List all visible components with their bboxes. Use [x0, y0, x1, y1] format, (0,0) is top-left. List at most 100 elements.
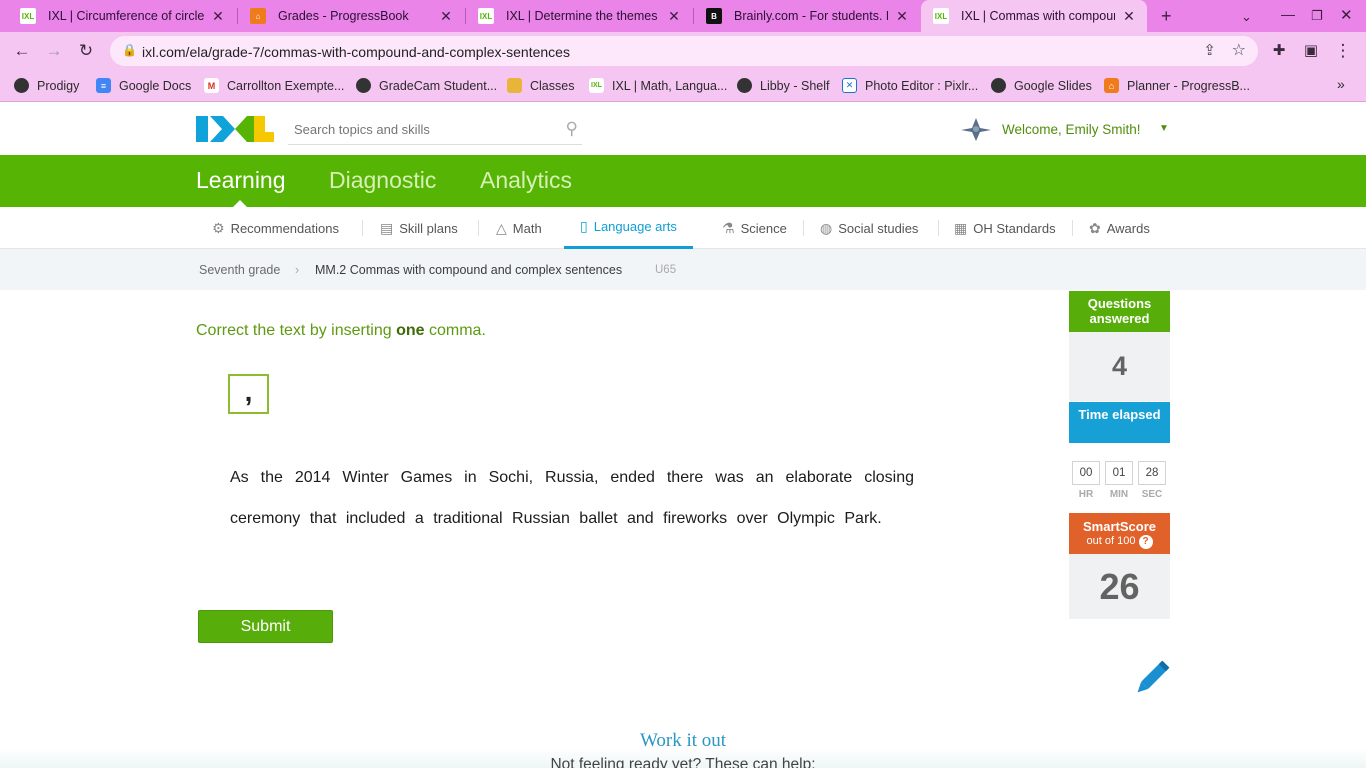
subject-science[interactable]: ⚗ Science	[722, 207, 787, 249]
subject-language-arts[interactable]: ▯ Language arts	[564, 207, 693, 249]
close-tab-icon[interactable]: ✕	[210, 8, 226, 25]
standards-icon: ▦	[954, 219, 968, 236]
flask-icon: ⚗	[722, 219, 735, 236]
nav-diagnostic[interactable]: Diagnostic	[329, 167, 436, 194]
subject-label: Science	[740, 220, 787, 236]
math-pyramid-icon: △	[496, 219, 507, 236]
browser-tab-strip: IXL IXL | Circumference of circles | ✕ ⌂…	[0, 0, 1366, 32]
breadcrumb-skill: MM.2 Commas with compound and complex se…	[315, 263, 623, 277]
browser-tab[interactable]: B Brainly.com - For students. By ✕	[694, 0, 920, 32]
close-tab-icon[interactable]: ✕	[666, 8, 682, 25]
nav-analytics[interactable]: Analytics	[480, 167, 572, 194]
help-icon[interactable]: ?	[1138, 535, 1153, 549]
extensions-icon[interactable]: ✚	[1269, 41, 1289, 61]
back-icon[interactable]: ←	[12, 41, 32, 61]
bookmark-planner[interactable]: ⌂ Planner - ProgressB...	[1104, 78, 1250, 93]
share-icon[interactable]: ⇪	[1203, 41, 1216, 59]
ixl-favicon-icon: IXL	[933, 8, 949, 24]
menu-icon[interactable]: ⋮	[1333, 41, 1353, 61]
divider	[803, 220, 804, 236]
bookmark-classes[interactable]: Classes	[507, 78, 574, 93]
question-prompt: Correct the text by inserting one comma.	[196, 322, 486, 340]
subject-skill-plans[interactable]: ▤ Skill plans	[380, 207, 458, 249]
docs-icon: ≡	[96, 78, 111, 93]
nav-learning[interactable]: Learning	[196, 167, 286, 194]
avatar[interactable]	[960, 116, 992, 142]
comma-tile[interactable]: ,	[228, 374, 269, 414]
subject-oh-standards[interactable]: ▦ OH Standards	[954, 207, 1056, 249]
bookmark-libby[interactable]: Libby - Shelf	[737, 78, 829, 93]
minimize-icon[interactable]: —	[1281, 6, 1295, 22]
bookmarks-bar: Prodigy ≡ Google Docs M Carrollton Exemp…	[0, 70, 1366, 102]
tab-title: IXL | Commas with compound	[961, 9, 1115, 23]
bookmark-pixlr[interactable]: ✕ Photo Editor : Pixlr...	[842, 78, 978, 93]
browser-tab[interactable]: IXL IXL | Circumference of circles | ✕	[8, 0, 236, 32]
close-tab-icon[interactable]: ✕	[438, 8, 454, 25]
browser-tab[interactable]: IXL IXL | Determine the themes of ✕	[466, 0, 692, 32]
subject-recommendations[interactable]: ⚙ Recommendations	[212, 207, 339, 249]
divider	[1072, 220, 1073, 236]
lock-icon[interactable]: 🔒	[122, 43, 137, 57]
time-hours: 00	[1072, 461, 1100, 485]
questions-answered-value: 4	[1069, 332, 1170, 401]
browser-tab-active[interactable]: IXL IXL | Commas with compound ✕	[921, 0, 1147, 32]
subject-social-studies[interactable]: ◍ Social studies	[820, 207, 918, 249]
time-elapsed-label: Time elapsed	[1078, 407, 1161, 422]
active-nav-pointer	[233, 200, 247, 207]
bookmark-gradecam[interactable]: GradeCam Student...	[356, 78, 497, 93]
address-bar[interactable]: 🔒 ixl.com/ela/grade-7/commas-with-compou…	[110, 36, 1258, 66]
subject-nav: ⚙ Recommendations ▤ Skill plans △ Math ▯…	[0, 207, 1366, 249]
pixlr-icon: ✕	[842, 78, 857, 93]
submit-button[interactable]: Submit	[198, 610, 333, 643]
subject-label: Skill plans	[399, 220, 458, 236]
bookmark-label: Google Slides	[1014, 78, 1092, 93]
bookmark-gmail[interactable]: M Carrollton Exempte...	[204, 78, 344, 93]
tab-title: IXL | Circumference of circles |	[48, 9, 204, 23]
bookmark-google-slides[interactable]: Google Slides	[991, 78, 1092, 93]
subject-label: Awards	[1106, 220, 1150, 236]
search-icon[interactable]: ⚲	[566, 119, 578, 139]
sentence-text[interactable]: As the 2014 Winter Games in Sochi, Russi…	[230, 458, 914, 539]
subject-math[interactable]: △ Math	[496, 207, 542, 249]
pencil-icon[interactable]	[1130, 658, 1172, 700]
more-bookmarks-icon[interactable]: »	[1337, 76, 1345, 92]
tab-search-icon[interactable]: ⌄	[1241, 9, 1252, 25]
ixl-logo[interactable]	[196, 114, 274, 144]
url-text: ixl.com/ela/grade-7/commas-with-compound…	[142, 44, 570, 60]
bookmark-prodigy[interactable]: Prodigy	[14, 78, 79, 93]
time-seconds-label: SEC	[1141, 489, 1163, 500]
search-input[interactable]	[288, 117, 548, 141]
welcome-text[interactable]: Welcome, Emily Smith!	[1002, 122, 1141, 137]
bookmark-google-docs[interactable]: ≡ Google Docs	[96, 78, 191, 93]
bookmark-star-icon[interactable]: ☆	[1232, 40, 1246, 60]
ixl-favicon-icon: IXL	[20, 8, 36, 24]
subject-label: OH Standards	[973, 220, 1056, 236]
close-window-icon[interactable]: ✕	[1340, 6, 1353, 24]
breadcrumb-grade[interactable]: Seventh grade	[199, 263, 280, 277]
close-tab-icon[interactable]: ✕	[894, 8, 910, 25]
bookmark-label: Carrollton Exempte...	[227, 78, 345, 93]
book-icon: ▯	[580, 218, 588, 234]
smartscore-label: SmartScore	[1083, 519, 1156, 534]
not-ready-text: Not feeling ready yet? These can help:	[550, 756, 816, 768]
close-tab-icon[interactable]: ✕	[1121, 8, 1137, 25]
time-minutes: 01	[1105, 461, 1133, 485]
side-panel-icon[interactable]: ▣	[1301, 41, 1321, 61]
reload-icon[interactable]: ↻	[76, 41, 96, 61]
search-box[interactable]: ⚲	[288, 117, 582, 145]
account-dropdown-icon[interactable]: ▼	[1159, 123, 1169, 134]
subject-awards[interactable]: ✿ Awards	[1089, 207, 1150, 249]
skill-code: U65	[655, 264, 677, 276]
awards-icon: ✿	[1089, 219, 1101, 236]
restore-icon[interactable]: ❐	[1311, 8, 1323, 24]
forward-icon[interactable]: →	[44, 41, 64, 61]
smartscore-value: 26	[1069, 554, 1170, 619]
globe-icon: ◍	[820, 219, 833, 236]
new-tab-icon[interactable]: +	[1161, 6, 1172, 27]
browser-tab[interactable]: ⌂ Grades - ProgressBook ✕	[238, 0, 464, 32]
tab-title: Brainly.com - For students. By	[734, 9, 888, 23]
subject-label: Recommendations	[230, 220, 339, 236]
bookmark-label: Google Docs	[119, 78, 192, 93]
bookmark-ixl[interactable]: IXL IXL | Math, Langua...	[589, 78, 727, 93]
prompt-emphasis: one	[396, 322, 425, 339]
